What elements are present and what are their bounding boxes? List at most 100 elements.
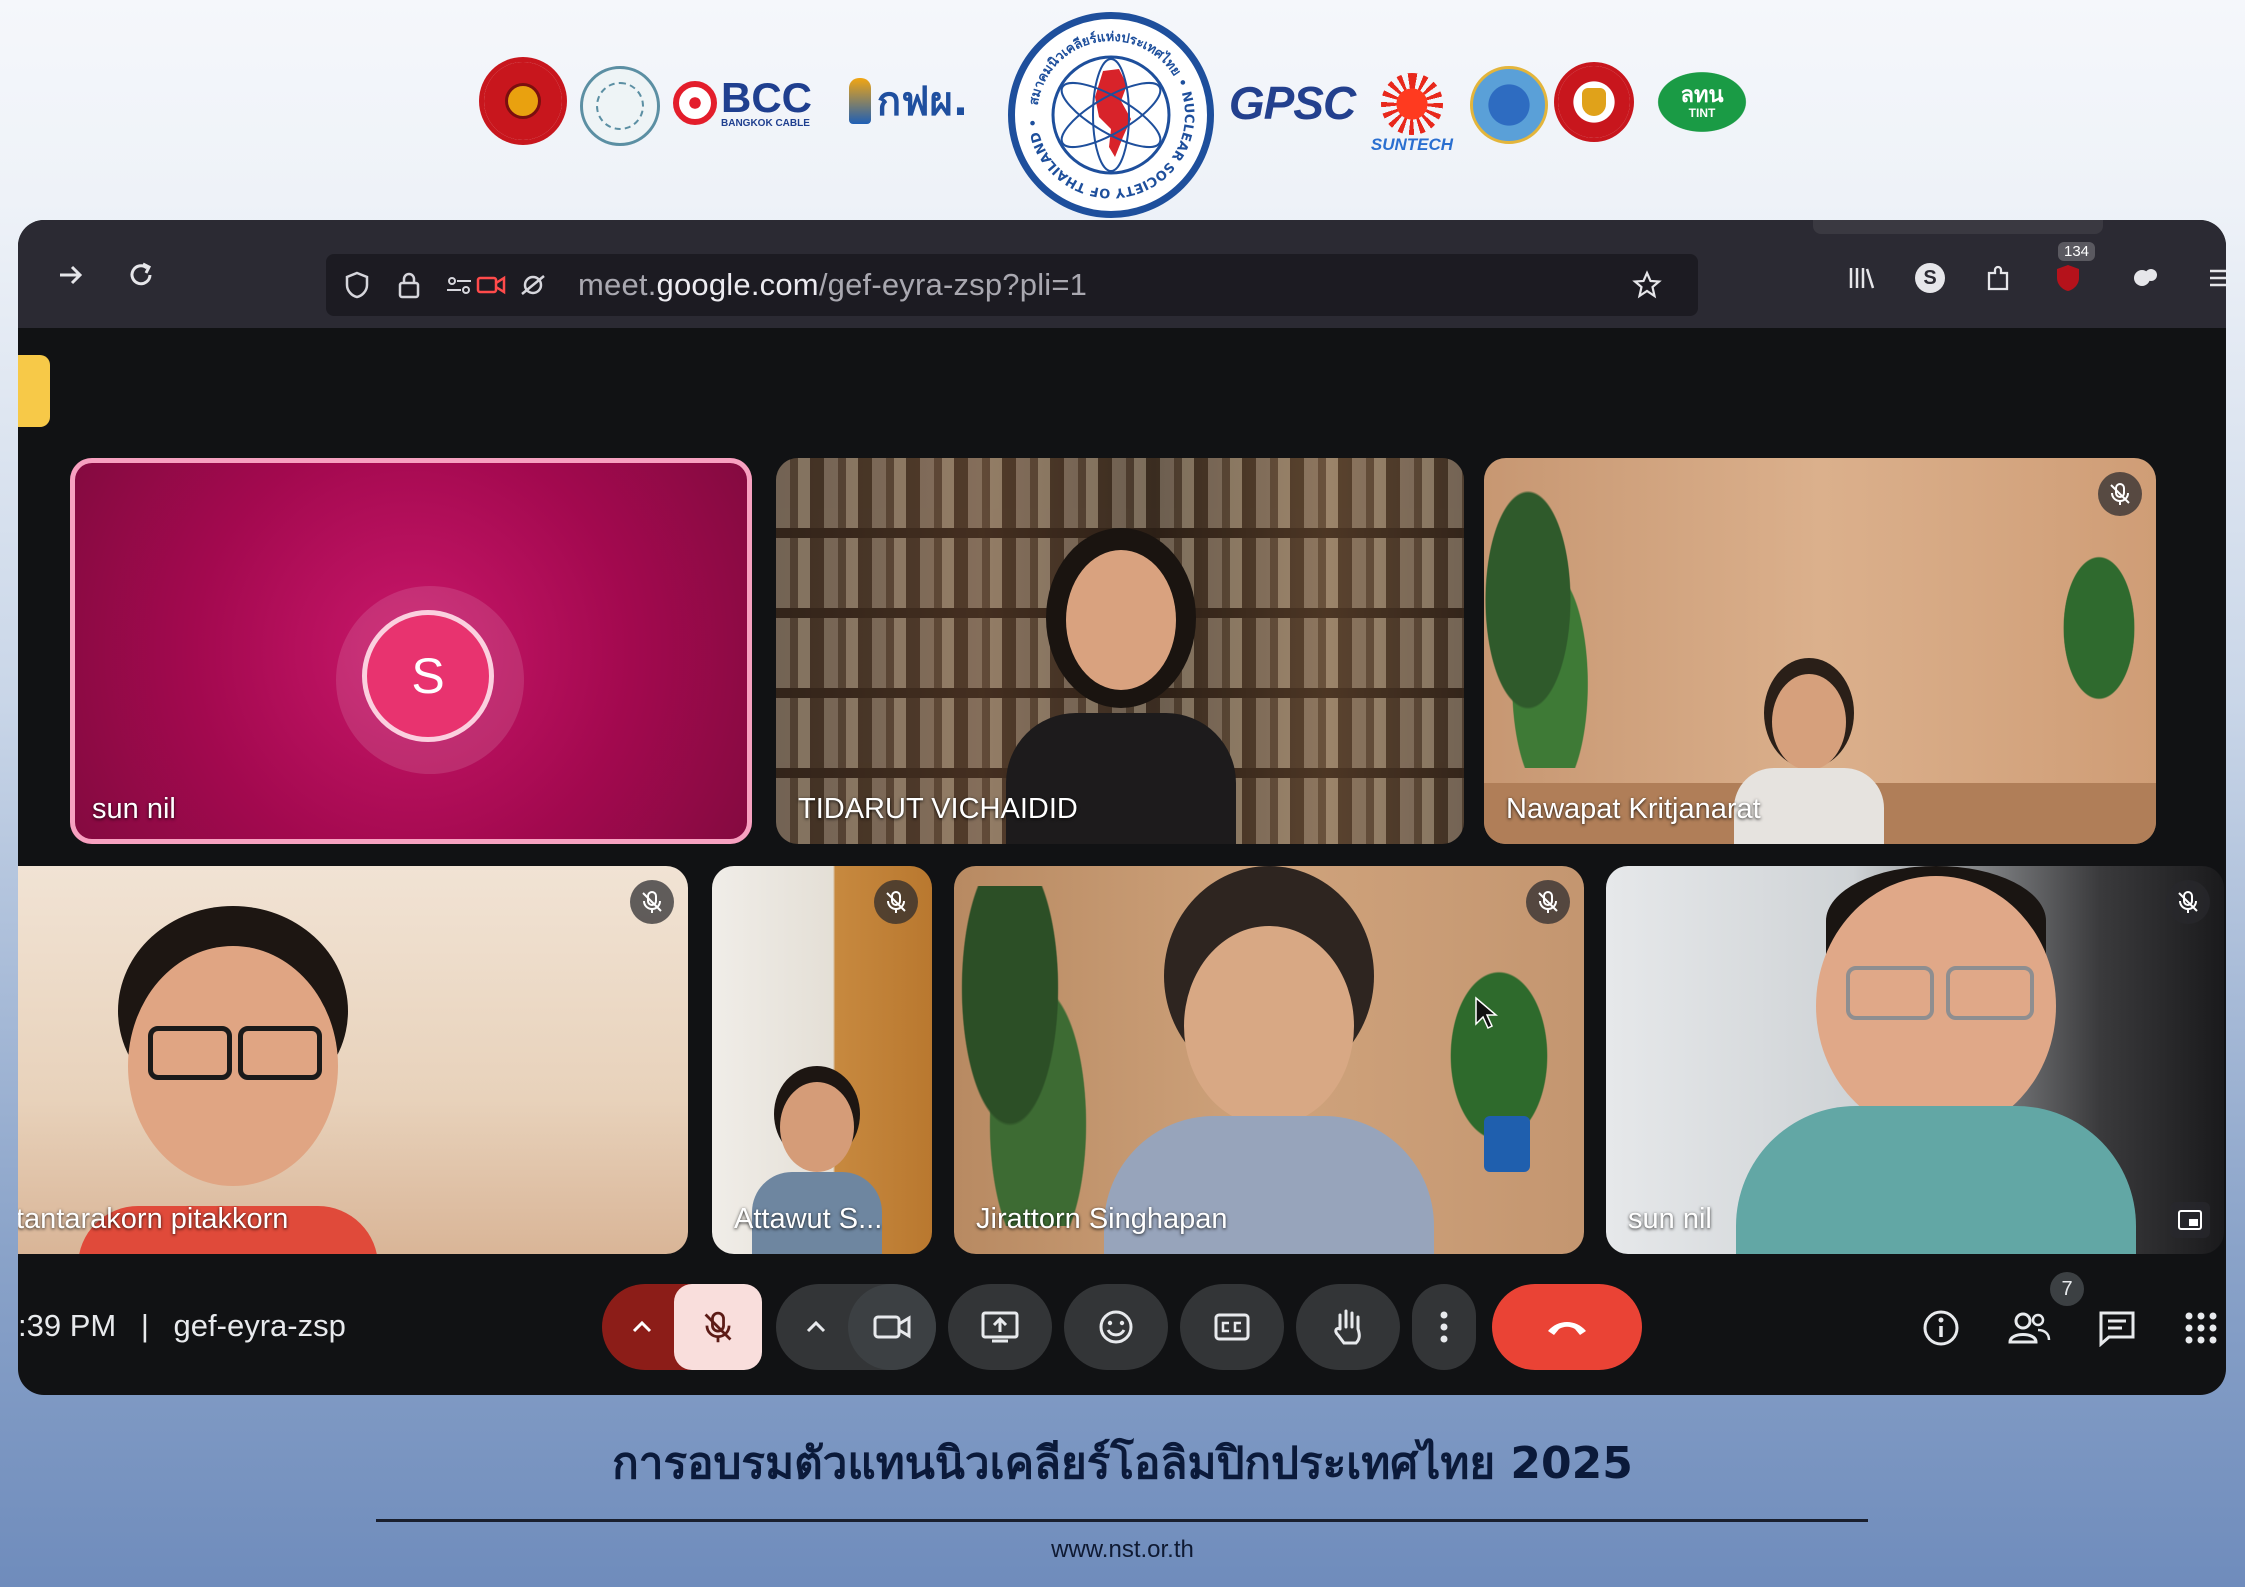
library-button[interactable] xyxy=(1840,256,1884,300)
tint-logo: ลทน TINT xyxy=(1646,64,1758,140)
profile-button[interactable]: S xyxy=(1908,256,1952,300)
present-screen-icon xyxy=(981,1311,1019,1343)
plant-left xyxy=(954,886,1094,1226)
closed-captions-icon xyxy=(1214,1313,1250,1341)
event-title: การอบรมตัวแทนนิวเคลียร์โอลิมปิกประเทศไทย… xyxy=(612,1438,1633,1489)
tint-logo-subtext: TINT xyxy=(1688,106,1716,120)
raise-hand-icon xyxy=(1334,1309,1361,1345)
gpsc-logo: GPSC xyxy=(1222,72,1362,134)
mic-off-icon xyxy=(1538,891,1558,913)
participant-tile[interactable]: Attawut S... xyxy=(712,866,932,1254)
url-path: /gef-eyra-zsp?pli=1 xyxy=(818,267,1088,302)
chat-icon xyxy=(2099,1311,2135,1347)
info-icon xyxy=(1923,1310,1959,1346)
meeting-time: :39 PM xyxy=(18,1308,117,1343)
bookmark-star-icon[interactable] xyxy=(1628,266,1666,304)
participant-tile[interactable]: Nawapat Kritjanarat xyxy=(1484,458,2156,844)
people-button[interactable] xyxy=(2004,1303,2054,1353)
side-panel-tab[interactable] xyxy=(18,355,50,427)
pip-button[interactable] xyxy=(2170,1202,2210,1238)
mic-off-indicator xyxy=(2098,472,2142,516)
participant-name: Attawut S... xyxy=(734,1203,883,1235)
ublock-button[interactable] xyxy=(2046,256,2090,300)
camera-sharing-icon[interactable] xyxy=(472,266,510,304)
reactions-button[interactable] xyxy=(1064,1284,1168,1370)
people-icon xyxy=(2008,1312,2051,1344)
present-screen-button[interactable] xyxy=(948,1284,1052,1370)
url-text[interactable]: meet.google.com/gef-eyra-zsp?pli=1 xyxy=(578,266,1087,304)
lock-icon[interactable] xyxy=(390,266,428,304)
screen-capture: meet.google.com/gef-eyra-zsp?pli=1 S 134… xyxy=(18,220,2226,1395)
plant-right xyxy=(2044,518,2154,738)
tracking-protection-icon[interactable] xyxy=(514,266,552,304)
website-link[interactable]: www.nst.or.th xyxy=(0,1536,2245,1564)
menu-button[interactable] xyxy=(2198,256,2226,300)
meeting-details-button[interactable] xyxy=(1916,1303,1966,1353)
arrow-right-icon xyxy=(60,265,83,285)
mic-off-indicator xyxy=(2166,880,2210,924)
egat-logo-text: กฟผ. xyxy=(876,79,969,125)
nst-seal-icon: สมาคมนิวเคลียร์แห่งประเทศไทย • NUCLEAR S… xyxy=(1026,30,1196,200)
audio-control-group xyxy=(602,1284,762,1370)
raise-hand-button[interactable] xyxy=(1296,1284,1400,1370)
camera-toggle-button[interactable] xyxy=(848,1284,936,1370)
participant-name: sun nil xyxy=(1628,1203,1712,1235)
plant-left xyxy=(1484,488,1594,768)
participant-tile[interactable]: tantarakorn pitakkorn xyxy=(18,866,688,1254)
extension-blob-button[interactable] xyxy=(2124,256,2168,300)
address-bar[interactable]: meet.google.com/gef-eyra-zsp?pli=1 xyxy=(326,254,1698,316)
more-vertical-icon xyxy=(1440,1311,1448,1343)
emoji-smile-icon xyxy=(1099,1310,1133,1344)
chat-button[interactable] xyxy=(2092,1303,2142,1353)
participant-name: tantarakorn pitakkorn xyxy=(18,1203,289,1235)
hang-up-phone-icon xyxy=(1548,1322,1586,1335)
profile-avatar: S xyxy=(1915,263,1945,293)
participant-tile[interactable]: S sun nil xyxy=(70,458,752,844)
activities-button[interactable] xyxy=(2176,1303,2226,1353)
gear-emblem-icon xyxy=(1558,66,1630,138)
egat-logo: กฟผ. xyxy=(836,70,981,132)
audio-options-button[interactable] xyxy=(602,1284,682,1370)
hamburger-menu-icon xyxy=(2210,269,2226,287)
meeting-separator: | xyxy=(140,1308,149,1343)
blue-vase xyxy=(1484,1116,1530,1172)
atom-seal-icon xyxy=(1470,66,1548,144)
participant-tile[interactable]: Jirattorn Singhapan xyxy=(954,866,1584,1254)
participant-tile[interactable]: TIDARUT VICHAIDID xyxy=(776,458,1464,844)
mouse-cursor-icon xyxy=(1474,996,1499,1034)
mic-off-indicator xyxy=(630,880,674,924)
tint-logo-text: ลทน xyxy=(1680,83,1724,108)
participant-video-person xyxy=(1104,866,1434,1254)
participant-name: Jirattorn Singhapan xyxy=(976,1203,1228,1235)
mic-off-icon xyxy=(642,891,662,913)
leave-call-button[interactable] xyxy=(1492,1284,1642,1370)
shield-icon[interactable] xyxy=(338,266,376,304)
participant-video-person xyxy=(1736,866,2136,1254)
url-host: google.com xyxy=(656,267,819,302)
caption-divider xyxy=(376,1519,1868,1522)
bcc-logo-text: BCC xyxy=(721,74,812,121)
reload-button[interactable] xyxy=(118,252,164,298)
forward-button[interactable] xyxy=(48,252,94,298)
participant-tile[interactable]: sun nil xyxy=(1606,866,2224,1254)
captions-button[interactable] xyxy=(1180,1284,1284,1370)
mic-off-indicator xyxy=(874,880,918,924)
mic-off-indicator xyxy=(1526,880,1570,924)
url-host-prefix: meet. xyxy=(578,267,657,302)
bcc-logo: BCC BANGKOK CABLE xyxy=(670,72,815,134)
video-options-button[interactable] xyxy=(776,1284,856,1370)
more-options-button[interactable] xyxy=(1412,1284,1476,1370)
library-icon xyxy=(1849,268,1875,289)
picture-in-picture-icon xyxy=(2178,1210,2202,1230)
suntech-logo-text: SUNTECH xyxy=(1370,135,1454,154)
video-camera-icon xyxy=(873,1315,911,1339)
gear-logo-icon xyxy=(484,62,562,140)
participant-name: sun nil xyxy=(92,793,176,825)
mic-off-icon xyxy=(2178,891,2198,913)
mic-off-icon xyxy=(2110,483,2130,505)
participant-name: TIDARUT VICHAIDID xyxy=(798,793,1078,825)
extensions-button[interactable] xyxy=(1976,256,2020,300)
extension-blob-icon xyxy=(2134,269,2157,286)
microphone-toggle-button[interactable] xyxy=(674,1284,762,1370)
meeting-code: gef-eyra-zsp xyxy=(173,1308,346,1343)
